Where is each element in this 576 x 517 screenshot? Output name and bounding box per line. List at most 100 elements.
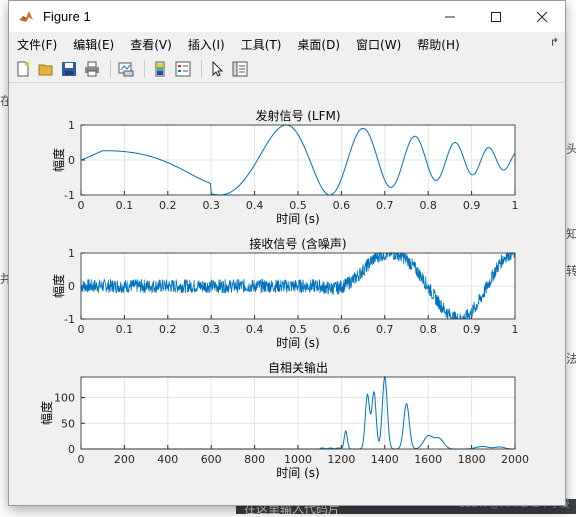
toolbar-separator xyxy=(144,60,145,78)
x-tick-label: 0.2 xyxy=(159,199,177,212)
open-file-button[interactable] xyxy=(36,59,56,79)
save-button[interactable] xyxy=(59,59,79,79)
new-figure-button[interactable] xyxy=(13,59,33,79)
x-tick-label: 0 xyxy=(78,453,85,466)
figure-window: Figure 1 文件(F) 编辑(E) 查看(V) 插入(I) 工具(T) 桌… xyxy=(8,0,566,506)
x-tick-label: 1 xyxy=(512,199,519,212)
maximize-button[interactable] xyxy=(473,1,519,32)
y-tick-label: -1 xyxy=(64,313,75,326)
x-tick-label: 1600 xyxy=(414,453,442,466)
print-button[interactable] xyxy=(82,59,102,79)
close-icon xyxy=(536,11,548,22)
close-button[interactable] xyxy=(519,1,565,32)
x-axis-label: 时间 (s) xyxy=(276,336,319,350)
save-icon xyxy=(62,62,76,76)
x-tick-label: 0.5 xyxy=(289,199,307,212)
x-tick-label: 0.3 xyxy=(202,199,220,212)
x-tick-label: 0.4 xyxy=(246,323,264,336)
insert-legend-icon xyxy=(175,61,191,77)
subplot-2: 0 0.1 0.2 0.3 0.4 0.5 0.6 0.7 0.8 0.9 1-101接收信号 (含… xyxy=(51,236,519,350)
dock-arrow-icon[interactable]: ↱ xyxy=(550,36,559,49)
insert-legend-button[interactable] xyxy=(173,59,193,79)
link-plot-icon xyxy=(118,62,134,77)
new-figure-icon xyxy=(17,61,29,77)
edit-plot-button[interactable] xyxy=(207,59,227,79)
menu-desktop[interactable]: 桌面(D) xyxy=(289,36,348,53)
x-axis-label: 时间 (s) xyxy=(276,212,319,226)
y-tick-label: 50 xyxy=(61,417,75,430)
insert-colorbar-icon xyxy=(155,61,165,77)
menu-insert[interactable]: 插入(I) xyxy=(180,36,233,53)
y-tick-label: 0 xyxy=(68,280,75,293)
menu-window[interactable]: 窗口(W) xyxy=(348,36,409,53)
x-tick-label: 0.5 xyxy=(289,323,307,336)
minimize-button[interactable] xyxy=(427,1,473,32)
window-title: Figure 1 xyxy=(43,9,91,24)
edit-plot-icon xyxy=(212,61,224,77)
menu-help[interactable]: 帮助(H) xyxy=(409,36,467,53)
menu-file[interactable]: 文件(F) xyxy=(9,36,65,53)
x-tick-label: 0.6 xyxy=(333,323,351,336)
toolbar-separator xyxy=(201,60,202,78)
x-tick-label: 0 xyxy=(78,323,85,336)
insert-colorbar-button[interactable] xyxy=(150,59,170,79)
link-plot-button[interactable] xyxy=(116,59,136,79)
figure-canvas[interactable]: 0 0.1 0.2 0.3 0.4 0.5 0.6 0.7 0.8 0.9 1 -1 0 1 发射信号 (L… xyxy=(9,83,565,503)
x-tick-label: 0.1 xyxy=(116,323,134,336)
x-tick-label: 600 xyxy=(201,453,222,466)
y-tick-label: 1 xyxy=(68,119,75,132)
x-tick-label: 1 xyxy=(512,323,519,336)
toolbar-separator xyxy=(110,60,111,78)
y-axis-label: 幅度 xyxy=(39,401,54,425)
figure-toolbar xyxy=(9,56,565,83)
axes-title: 接收信号 (含噪声) xyxy=(249,236,346,251)
x-axis-label: 时间 (s) xyxy=(276,466,319,480)
background-fragment: 知 xyxy=(566,227,576,241)
x-tick-label: 0.7 xyxy=(376,323,394,336)
x-tick-label: 0.8 xyxy=(419,323,437,336)
x-tick-label: 800 xyxy=(244,453,265,466)
menu-view[interactable]: 查看(V) xyxy=(122,36,180,53)
x-tick-label: 200 xyxy=(114,453,135,466)
y-axis-label: 幅度 xyxy=(51,148,66,172)
plot-area: 0 0.1 0.2 0.3 0.4 0.5 0.6 0.7 0.8 0.9 1-101发射信号 (L… xyxy=(39,108,529,480)
maximize-icon xyxy=(491,11,501,22)
x-tick-label: 400 xyxy=(157,453,178,466)
y-tick-label: 1 xyxy=(68,247,75,260)
x-tick-label: 0.8 xyxy=(419,199,437,212)
y-tick-label: 100 xyxy=(54,392,75,405)
title-bar[interactable]: Figure 1 xyxy=(9,1,565,32)
x-tick-label: 0.4 xyxy=(246,199,264,212)
menu-tools[interactable]: 工具(T) xyxy=(233,36,290,53)
x-tick-label: 1200 xyxy=(327,453,355,466)
menu-edit[interactable]: 编辑(E) xyxy=(65,36,122,53)
y-tick-label: 0 xyxy=(68,443,75,456)
x-tick-label: 0.3 xyxy=(202,323,220,336)
x-tick-label: 0.6 xyxy=(333,199,351,212)
x-tick-label: 0.7 xyxy=(376,199,394,212)
print-icon xyxy=(85,61,99,77)
background-fragment: 法 xyxy=(566,352,576,366)
property-inspector-icon xyxy=(232,61,248,77)
x-tick-label: 2000 xyxy=(501,453,529,466)
x-tick-label: 0 xyxy=(78,199,85,212)
x-tick-label: 0.9 xyxy=(463,323,481,336)
x-tick-label: 1000 xyxy=(284,453,312,466)
subplot-1: 0 0.1 0.2 0.3 0.4 0.5 0.6 0.7 0.8 0.9 1-101发射信号 (L… xyxy=(51,108,519,226)
matlab-logo-icon xyxy=(17,7,35,26)
menu-bar: 文件(F) 编辑(E) 查看(V) 插入(I) 工具(T) 桌面(D) 窗口(W… xyxy=(9,32,565,56)
open-file-icon xyxy=(38,64,53,76)
background-fragment: 头 xyxy=(566,142,576,156)
background-fragment: 转 xyxy=(566,264,576,278)
x-tick-label: 1800 xyxy=(458,453,486,466)
y-axis-label: 幅度 xyxy=(51,274,66,298)
subplot-3: 0 200 400 600 800 1000 1200 1400 1600 1800 2000 0 50… xyxy=(39,360,529,480)
x-tick-label: 1400 xyxy=(371,453,399,466)
axes-title: 发射信号 (LFM) xyxy=(255,108,340,123)
property-inspector-button[interactable] xyxy=(230,59,250,79)
minimize-icon xyxy=(445,16,455,17)
x-tick-label: 0.1 xyxy=(116,199,134,212)
axes-title: 自相关输出 xyxy=(268,360,328,375)
x-tick-label: 0.9 xyxy=(463,199,481,212)
y-tick-label: 0 xyxy=(68,154,75,167)
